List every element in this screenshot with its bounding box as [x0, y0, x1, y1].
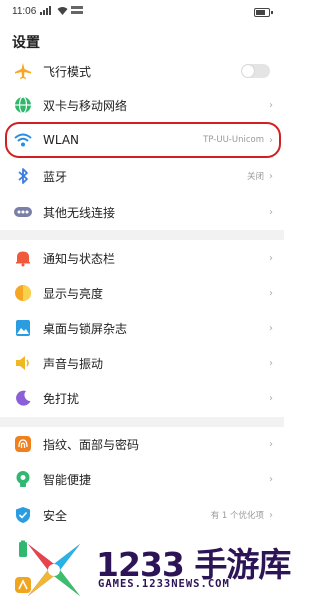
moon-icon: [14, 389, 32, 407]
chevron-right-icon: ›: [269, 357, 273, 369]
airplane-mode-toggle[interactable]: [241, 64, 270, 78]
smart-row[interactable]: 智能便捷 ›: [0, 461, 284, 497]
speaker-icon: [14, 354, 32, 372]
status-time: 11:06: [12, 6, 37, 17]
chevron-right-icon: ›: [269, 287, 273, 299]
airplane-mode-label: 飞行模式: [43, 64, 92, 79]
wallpaper-row[interactable]: 桌面与锁屏杂志 ›: [0, 310, 284, 346]
other-wireless-row[interactable]: 其他无线连接 ›: [0, 194, 284, 230]
display-row[interactable]: 显示与亮度 ›: [0, 275, 284, 311]
sound-label: 声音与振动: [43, 356, 104, 371]
other-wireless-label: 其他无线连接: [43, 205, 116, 220]
chevron-right-icon: ›: [269, 170, 273, 182]
section-divider: [0, 230, 284, 240]
status-bar: 11:06: [0, 0, 284, 28]
status-icons: [40, 5, 83, 15]
chevron-right-icon: ›: [269, 509, 273, 521]
wallpaper-label: 桌面与锁屏杂志: [43, 321, 128, 336]
chevron-right-icon: ›: [269, 252, 273, 264]
airplane-mode-row[interactable]: 飞行模式: [0, 53, 284, 89]
data-speed-icon: [71, 6, 83, 14]
signal-icon: [40, 6, 51, 15]
airplane-icon: [14, 62, 32, 80]
chevron-right-icon: ›: [269, 438, 273, 450]
bluetooth-status: 关闭: [246, 172, 264, 182]
chevron-right-icon: ›: [269, 206, 273, 218]
security-row[interactable]: 安全 有 1 个优化项 ›: [0, 497, 284, 533]
chevron-right-icon: ›: [269, 322, 273, 334]
sound-row[interactable]: 声音与振动 ›: [0, 345, 284, 381]
notification-label: 通知与状态栏: [43, 251, 116, 266]
highlight-circle: [5, 122, 281, 158]
security-status: 有 1 个优化项: [210, 511, 264, 521]
picture-icon: [14, 319, 32, 337]
do-not-disturb-label: 免打扰: [43, 391, 80, 406]
dual-sim-row[interactable]: 双卡与移动网络 ›: [0, 87, 284, 123]
fingerprint-label: 指纹、面部与密码: [43, 437, 140, 452]
bell-icon: [14, 249, 32, 267]
display-label: 显示与亮度: [43, 286, 104, 301]
chevron-right-icon: ›: [269, 392, 273, 404]
bluetooth-icon: [14, 167, 32, 185]
security-label: 安全: [43, 508, 68, 523]
brightness-icon: [14, 284, 32, 302]
wifi-status-icon: [57, 6, 68, 15]
shield-icon: [14, 506, 32, 524]
page-title: 设置: [12, 35, 40, 51]
smart-label: 智能便捷: [43, 472, 92, 487]
watermark-logo-icon: [24, 542, 86, 602]
fingerprint-icon: [14, 435, 32, 453]
watermark-url: GAMES.1233NEWS.COM: [98, 578, 230, 590]
notification-row[interactable]: 通知与状态栏 ›: [0, 240, 284, 276]
chevron-right-icon: ›: [269, 99, 273, 111]
dual-sim-label: 双卡与移动网络: [43, 98, 128, 113]
do-not-disturb-row[interactable]: 免打扰 ›: [0, 380, 284, 416]
smart-icon: [14, 470, 32, 488]
chevron-right-icon: ›: [269, 473, 273, 485]
fingerprint-row[interactable]: 指纹、面部与密码 ›: [0, 426, 284, 462]
battery-icon: [254, 8, 273, 17]
more-dots-icon: [14, 203, 32, 221]
bluetooth-row[interactable]: 蓝牙 关闭 ›: [0, 158, 284, 194]
globe-icon: [14, 96, 32, 114]
bluetooth-label: 蓝牙: [43, 169, 68, 184]
watermark: 1233 手游库 GAMES.1233NEWS.COM: [24, 540, 291, 602]
